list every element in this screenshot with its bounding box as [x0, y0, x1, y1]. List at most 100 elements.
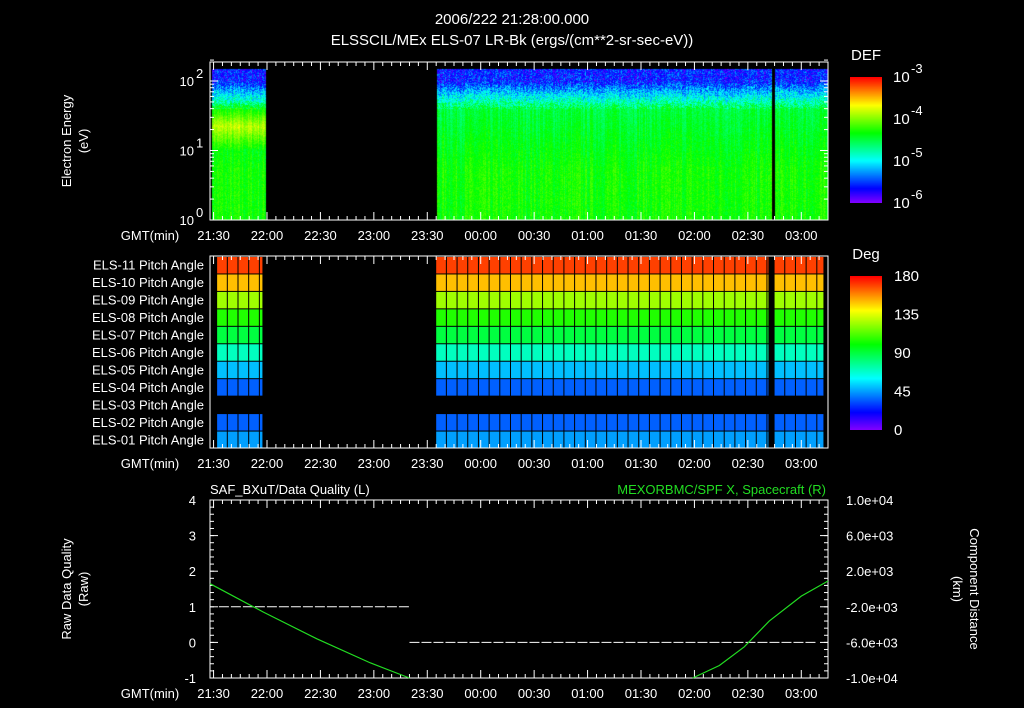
pitch-angle-cell: [575, 257, 585, 274]
pitch-angle-cell: [521, 326, 532, 344]
pitch-angle-cell: [564, 344, 575, 361]
pitch-angle-cell: [543, 291, 553, 309]
pitch-angle-cell: [735, 361, 746, 379]
pitch-angle-cell: [489, 361, 500, 379]
panel1-time-tick-label: 03:00: [785, 228, 818, 243]
pitch-angle-cell: [660, 414, 671, 431]
pitch-angle-cell: [227, 326, 238, 344]
pitch-angle-cell: [817, 361, 824, 379]
quality-axis-unit: (Raw): [76, 572, 91, 607]
pitch-angle-cell: [510, 257, 521, 274]
pitch-angle-cell: [249, 361, 259, 379]
pitch-angle-cell: [553, 274, 564, 291]
distance-axis-label: Component Distance: [967, 528, 982, 649]
quality-tick-label: 4: [189, 493, 196, 508]
pitch-angle-cell: [543, 344, 553, 361]
pitch-angle-cell: [500, 257, 510, 274]
pitch-angle-cell: [238, 379, 249, 396]
pitch-angle-cell: [817, 379, 824, 396]
pitch-angle-cell: [628, 291, 639, 309]
panel2-time-tick-label: 23:00: [358, 456, 391, 471]
pitch-angle-cell: [692, 326, 703, 344]
panel2-time-tick-label: 01:00: [571, 456, 604, 471]
pitch-angle-cell: [446, 361, 457, 379]
def-colorbar-label-exp: -3: [911, 61, 923, 76]
pitch-angle-cell: [238, 344, 249, 361]
pitch-angle-cell: [489, 344, 500, 361]
pitch-angle-cell: [795, 344, 806, 361]
pitch-angle-cell: [746, 326, 756, 344]
pitch-angle-cell: [774, 309, 785, 326]
pitch-angle-cell: [585, 414, 596, 431]
pitch-angle-cell: [692, 344, 703, 361]
pitch-angle-cell: [724, 414, 735, 431]
pitch-angle-cell: [735, 309, 746, 326]
pitch-angle-cell: [259, 309, 263, 326]
pitch-angle-cell: [457, 326, 468, 344]
pitch-angle-cell: [436, 414, 446, 431]
pitch-angle-cell: [767, 257, 769, 274]
pitch-angle-cell: [756, 309, 767, 326]
pitch-angle-cell: [489, 291, 500, 309]
deg-colorbar-label: 180: [894, 268, 919, 285]
pitch-angle-cell: [735, 291, 746, 309]
pitch-angle-cell: [671, 326, 681, 344]
pitch-angle-cell: [585, 344, 596, 361]
pitch-angle-cell: [649, 431, 660, 448]
pitch-angle-cell: [649, 361, 660, 379]
pitch-angle-cell: [510, 344, 521, 361]
pitch-angle-cell: [817, 257, 824, 274]
pitch-angle-cell: [227, 344, 238, 361]
pitch-angle-cell: [785, 361, 795, 379]
pitch-angle-cell: [660, 257, 671, 274]
pitch-angle-cell: [510, 379, 521, 396]
pitch-angle-cell: [692, 309, 703, 326]
pitch-angle-cell: [756, 344, 767, 361]
pitch-angle-cell: [436, 274, 446, 291]
pitch-angle-cell: [724, 274, 735, 291]
panel1-time-tick-label: 21:30: [197, 228, 230, 243]
pitch-angle-cell: [553, 257, 564, 274]
pitch-angle-cell: [703, 361, 714, 379]
panel1-time-tick-label: 01:30: [625, 228, 658, 243]
pitch-angle-cell: [671, 379, 681, 396]
def-colorbar-label-exp: -6: [911, 187, 923, 202]
pitch-angle-cell: [227, 274, 238, 291]
panel2-time-tick-label: 03:00: [785, 456, 818, 471]
def-colorbar-label-base: 10: [893, 69, 910, 86]
pitch-angle-cell: [795, 326, 806, 344]
pitch-angle-cell: [217, 414, 227, 431]
pitch-angle-cell: [617, 431, 628, 448]
spectrogram-frame: [209, 61, 829, 221]
pitch-angle-cell: [596, 291, 607, 309]
pitch-angle-cell: [795, 414, 806, 431]
pitch-angle-cell: [217, 361, 227, 379]
quality-frame: [209, 499, 829, 679]
pitch-angle-cell: [767, 414, 769, 431]
title-date: 2006/222 21:28:00.000: [435, 11, 589, 28]
pitch-angle-cell: [714, 361, 724, 379]
pitch-angle-cell: [703, 326, 714, 344]
pitch-angle-cell: [510, 414, 521, 431]
def-colorbar-label-base: 10: [893, 111, 910, 128]
pitch-angle-cell: [607, 414, 617, 431]
pitch-angle-cell: [806, 257, 817, 274]
pitch-angle-cell: [607, 344, 617, 361]
pitch-angle-cell: [596, 414, 607, 431]
panel2-time-tick-label: 00:00: [464, 456, 497, 471]
right-panel-title: MEXORBMC/SPF X, Spacecraft (R): [617, 482, 826, 497]
pitch-angle-cell: [735, 414, 746, 431]
pitch-angle-cell: [714, 326, 724, 344]
pitch-angle-cell: [795, 309, 806, 326]
pitch-angle-cell: [553, 379, 564, 396]
pitch-angle-cell: [639, 344, 649, 361]
pitch-angle-cell: [774, 291, 785, 309]
pitch-angle-cell: [767, 344, 769, 361]
pitch-angle-cell: [746, 309, 756, 326]
pitch-angle-cell: [671, 361, 681, 379]
pitch-angle-cell: [649, 414, 660, 431]
energy-axis-unit: (eV): [76, 129, 91, 154]
quality-tick-label: 0: [189, 635, 196, 650]
pitch-angle-cell: [446, 309, 457, 326]
pitch-angle-cell: [639, 379, 649, 396]
